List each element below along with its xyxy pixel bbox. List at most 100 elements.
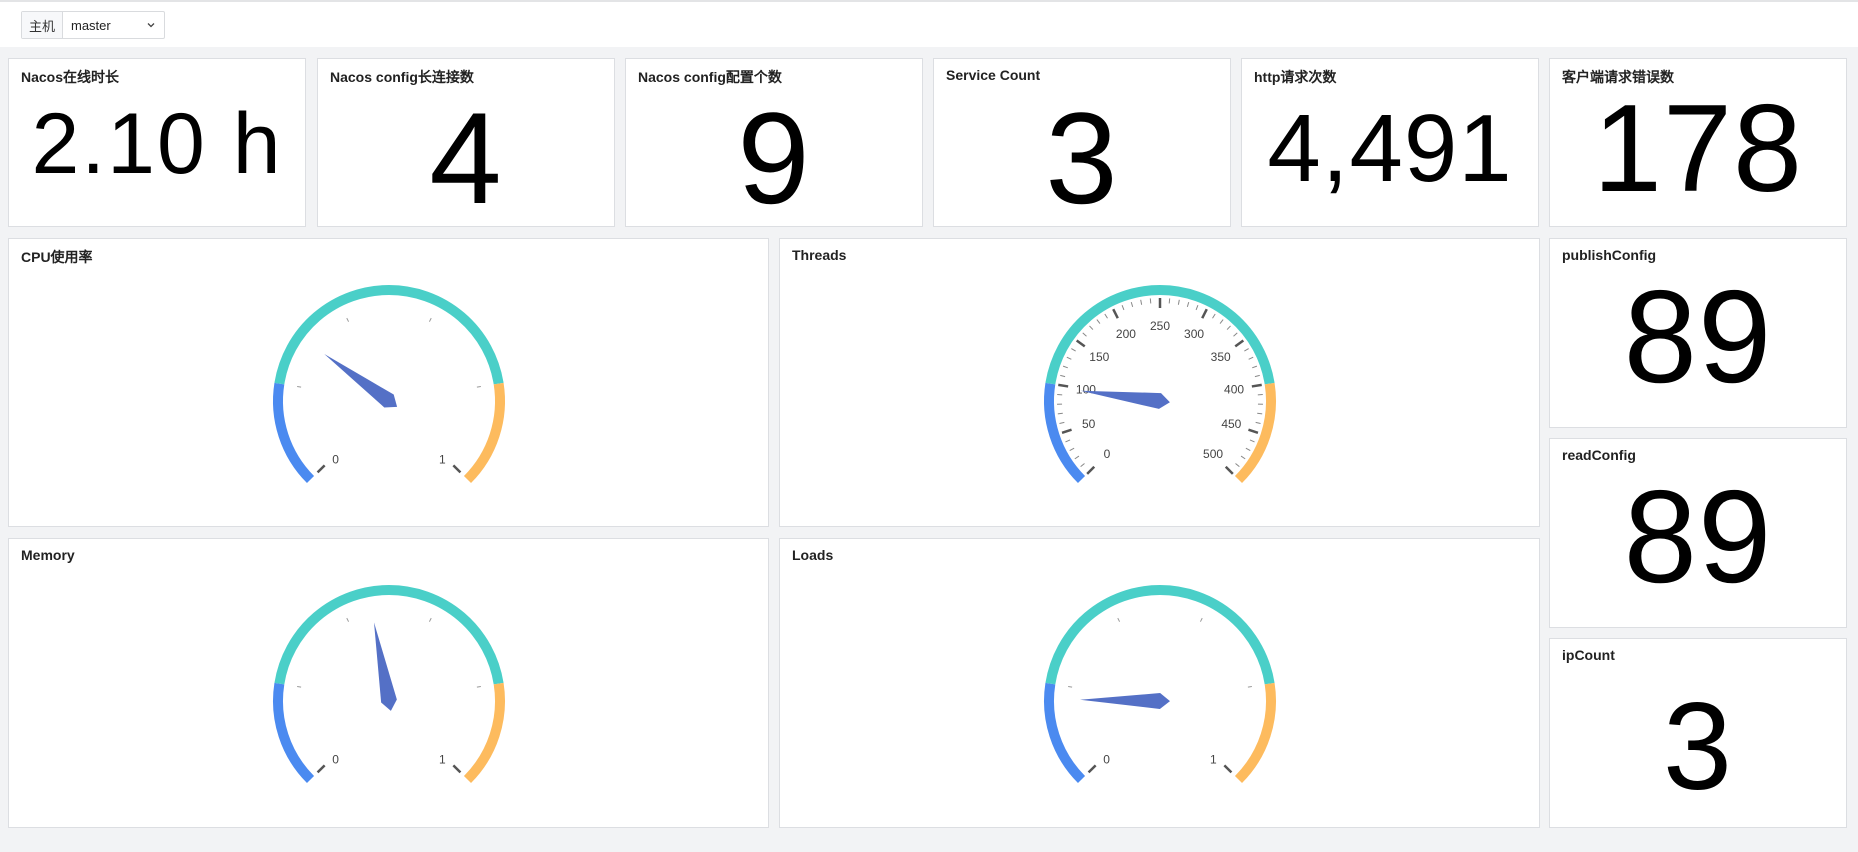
gauge-tick: [1068, 685, 1073, 688]
gauge-pointer: [1080, 693, 1170, 709]
host-select-value: master: [71, 17, 111, 33]
stat-panel-servicecount: Service Count 3: [933, 58, 1231, 227]
host-selector[interactable]: 主机 master: [21, 11, 165, 39]
gauge-minor-tick: [1240, 455, 1246, 460]
gauge-tick: [1117, 617, 1121, 622]
gauge-minor-tick: [1060, 374, 1066, 378]
panel-title: Nacos config配置个数: [638, 69, 782, 85]
gauge-tick-label: 50: [1082, 417, 1096, 431]
gauge-tick: [476, 385, 481, 388]
cpu-gauge: 01: [273, 285, 505, 484]
stat-panel-configcount: Nacos config配置个数 9: [625, 58, 923, 227]
gauge-minor-tick: [1096, 319, 1101, 324]
gauge-tick-label: 100: [1076, 382, 1096, 396]
gauge-major-tick: [1251, 383, 1262, 388]
stat-panel-uptime: Nacos在线时长 2.10 h: [8, 58, 306, 227]
panel-title: publishConfig: [1562, 247, 1657, 263]
gauge-pointer: [324, 353, 398, 408]
gauge-tick-label: 250: [1150, 319, 1170, 333]
gauge-band-2: [1234, 682, 1276, 784]
gauge-tick: [476, 685, 481, 688]
stat-panel-longconn: Nacos config长连接数 4: [317, 58, 615, 227]
stat-panel-publishconfig: publishConfig 89: [1549, 238, 1847, 428]
stat-panel-ipcount: ipCount 3: [1549, 638, 1847, 828]
gauge-end-tick: [316, 464, 326, 474]
gauge-minor-tick: [1071, 348, 1076, 352]
gauge-minor-tick: [1257, 412, 1263, 415]
top-toolbar: 主机 master: [0, 0, 1858, 47]
gauge-band-1: [274, 285, 504, 385]
gauge-major-tick: [1224, 465, 1234, 475]
gauge-minor-tick: [1252, 365, 1258, 369]
stat-panel-clienterr: 客户端请求错误数 178: [1549, 58, 1847, 227]
gauge-band-1: [1045, 585, 1275, 685]
gauge-pointer: [1080, 390, 1170, 409]
stat-value: 89: [1623, 463, 1773, 610]
gauge-tick-label: 0: [1103, 752, 1110, 766]
gauge-end-tick: [1087, 764, 1097, 774]
stat-value: 3: [1663, 678, 1733, 816]
stat-value: 4,491: [1267, 95, 1513, 202]
gauge-minor-tick: [1104, 313, 1108, 319]
panel-title: Nacos在线时长: [21, 69, 120, 85]
gauge-end-tick: [1223, 764, 1233, 774]
gauge-major-tick: [1112, 308, 1119, 319]
gauge-tick-label: 200: [1116, 327, 1136, 341]
gauge-panel-threads: Threads 0 50 100 150 200 250 300 350 400 450 500: [779, 238, 1540, 527]
gauge-minor-tick: [1062, 365, 1068, 369]
gauge-minor-tick: [1212, 313, 1216, 319]
gauge-minor-tick: [1255, 421, 1261, 424]
stat-value: 4: [429, 85, 503, 231]
gauge-end-tick: [452, 764, 462, 774]
gauge-major-tick: [1061, 428, 1072, 435]
stat-value: 2.10 h: [31, 96, 283, 192]
chevron-down-icon: [147, 23, 155, 28]
panel-title: Nacos config长连接数: [330, 69, 474, 85]
gauge-major-tick: [1086, 465, 1096, 475]
gauge-minor-tick: [1066, 356, 1072, 360]
gauge-minor-tick: [1254, 374, 1260, 378]
gauge-minor-tick: [1195, 305, 1199, 311]
gauge-band-0: [1044, 682, 1086, 784]
gauge-minor-tick: [1059, 421, 1065, 424]
gauge-tick: [297, 385, 302, 388]
gauge-minor-tick: [1074, 455, 1080, 460]
gauge-tick: [428, 617, 432, 622]
panel-title: readConfig: [1562, 447, 1636, 463]
gauge-minor-tick: [1248, 356, 1254, 360]
gauge-minor-tick: [1140, 299, 1143, 305]
gauge-tick-label: 0: [332, 752, 339, 766]
gauge-band-0: [273, 682, 315, 784]
loads-gauge: 01: [1044, 585, 1276, 784]
gauge-tick: [1199, 617, 1203, 622]
panel-title: ipCount: [1562, 647, 1615, 663]
stat-value: 9: [737, 85, 811, 231]
gauge-minor-tick: [1245, 447, 1251, 452]
gauge-minor-tick: [1233, 332, 1238, 337]
host-select[interactable]: master: [63, 12, 164, 38]
gauge-tick: [297, 685, 302, 688]
gauge-tick-label: 0: [1104, 447, 1111, 461]
gauge-tick-label: 350: [1211, 350, 1231, 364]
memory-gauge: 01: [273, 585, 505, 784]
gauge-band-1: [274, 585, 504, 685]
gauge-minor-tick: [1249, 439, 1255, 443]
gauge-tick-label: 500: [1203, 447, 1223, 461]
stat-panel-readconfig: readConfig 89: [1549, 438, 1847, 628]
stat-value: 3: [1045, 85, 1119, 231]
gauge-major-tick: [1075, 339, 1086, 348]
gauge-tick: [428, 317, 432, 322]
gauge-panel-loads: Loads 01: [779, 538, 1540, 828]
gauge-panel-memory: Memory 01: [8, 538, 769, 828]
stat-value: 178: [1593, 80, 1803, 218]
panel-title: Service Count: [946, 67, 1041, 83]
gauge-band-2: [463, 682, 505, 784]
gauge-panel-cpu: CPU使用率 01: [8, 238, 769, 527]
gauge-band-2: [463, 382, 505, 484]
gauge-tick-label: 1: [1210, 752, 1217, 766]
gauge-minor-tick: [1057, 412, 1063, 415]
gauge-minor-tick: [1244, 348, 1249, 352]
gauge-tick-label: 1: [439, 452, 446, 466]
gauge-major-tick: [1234, 339, 1245, 348]
gauge-minor-tick: [1186, 301, 1190, 308]
